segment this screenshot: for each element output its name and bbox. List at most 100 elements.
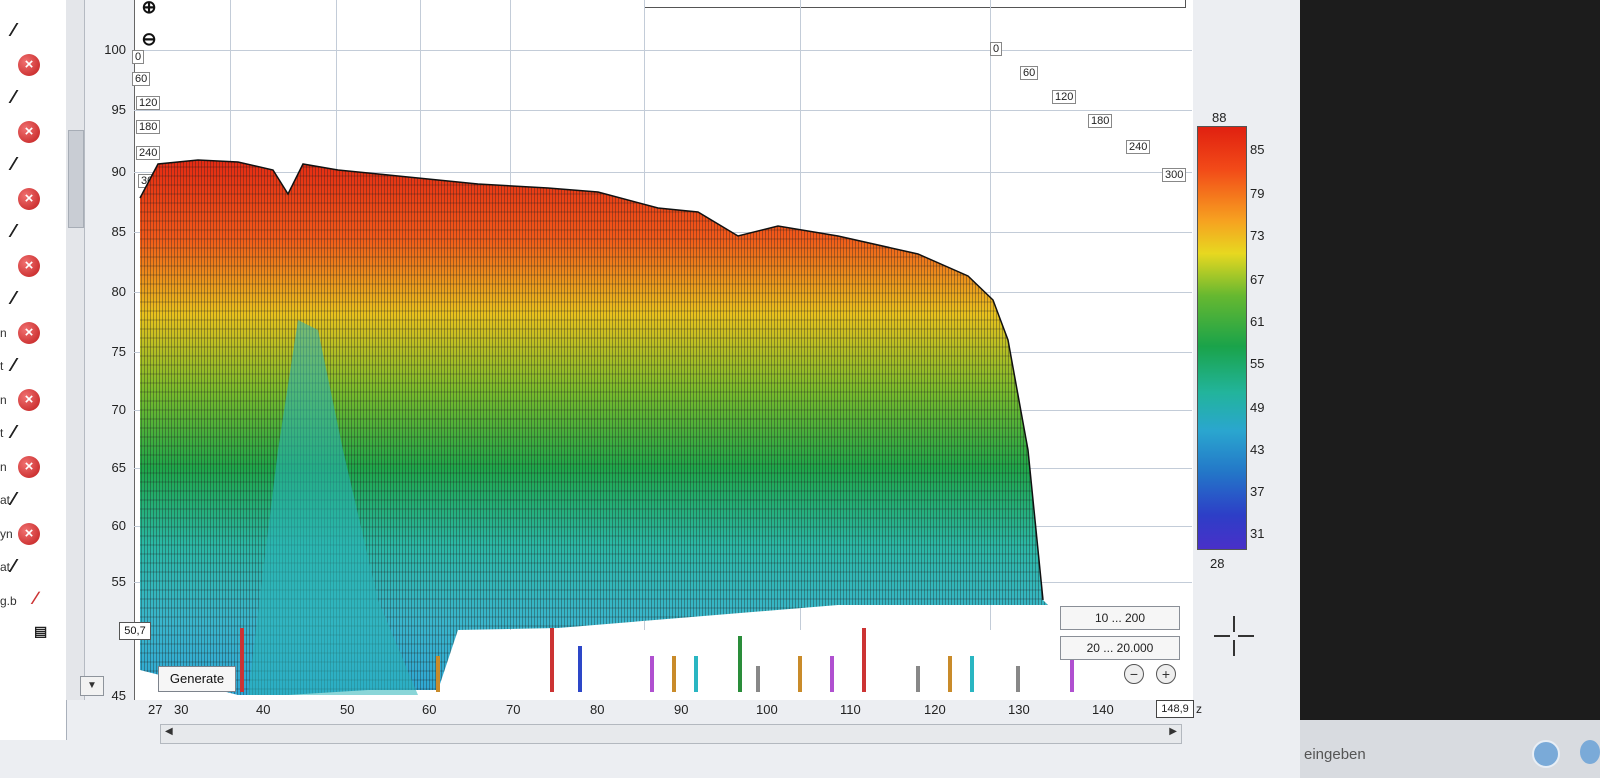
color-scale-bar	[1197, 126, 1247, 550]
color-scale-label: 37	[1250, 484, 1265, 499]
time-tick-label: 0	[990, 42, 1003, 56]
peak-marker	[756, 666, 760, 692]
x-axis-tick-label: 120	[924, 702, 946, 717]
color-scale-max: 88	[1212, 110, 1227, 125]
y-axis-tick-label: 75	[111, 344, 126, 359]
peak-marker	[970, 656, 974, 692]
row-name-stub: at	[0, 493, 11, 507]
peak-marker	[240, 628, 244, 692]
color-scale-min: 28	[1210, 556, 1225, 571]
peak-marker	[550, 628, 554, 692]
y-axis-tick-label: 85	[111, 224, 126, 239]
color-scale-label: 43	[1250, 442, 1265, 457]
scroll-left-icon[interactable]: ◀	[165, 726, 173, 737]
measurement-row[interactable]: yn ×	[0, 519, 66, 549]
peak-marker	[798, 656, 802, 692]
zoom-out-icon[interactable]: ⊖	[138, 28, 160, 50]
remove-icon[interactable]: ×	[18, 254, 40, 277]
freq-range-field[interactable]: 20 ... 20.000	[1060, 636, 1180, 660]
remove-icon[interactable]: ×	[18, 187, 40, 210]
y-axis-tick-label: 45	[111, 688, 126, 703]
h-zoom-in-icon[interactable]: +	[1156, 664, 1176, 684]
remove-icon[interactable]: ×	[18, 455, 40, 478]
color-scale-label: 49	[1250, 400, 1265, 415]
measurement-row[interactable]: ×	[0, 251, 66, 281]
time-range-field[interactable]: 10 ... 200	[1060, 606, 1180, 630]
vertical-scrollbar[interactable]	[66, 0, 85, 700]
y-axis-tick-label: 55	[111, 574, 126, 589]
x-axis-tick-label: 70	[506, 702, 521, 717]
time-tick-label: 180	[136, 120, 161, 134]
x-axis-tick-label: 40	[256, 702, 271, 717]
h-zoom-out-icon[interactable]: −	[1124, 664, 1144, 684]
grid-line	[134, 50, 1192, 51]
time-tick-label: 60	[1020, 66, 1039, 80]
y-axis-tick-label: 60	[111, 518, 126, 533]
measurement-list: ⁄⁄⁄ × ⁄⁄⁄ × ⁄⁄⁄ × ⁄⁄⁄ × ⁄⁄⁄ n × t ⁄⁄⁄ n × t ⁄⁄⁄ n × at ⁄⁄⁄ yn…	[0, 0, 67, 740]
peak-marker	[672, 656, 676, 692]
color-scale-label: 85	[1250, 142, 1265, 157]
crosshair-icon[interactable]	[1212, 614, 1256, 658]
measurement-row[interactable]: ▤	[0, 619, 66, 649]
measurement-row[interactable]: at ⁄⁄⁄	[0, 552, 66, 582]
taskbar-app-icon[interactable]	[1532, 740, 1560, 768]
doc-icon[interactable]: ▤	[34, 623, 47, 640]
remove-icon[interactable]: ×	[18, 53, 40, 76]
x-axis-tick-label: 50	[340, 702, 355, 717]
remove-icon[interactable]: ×	[18, 321, 40, 344]
peak-marker	[1016, 666, 1020, 692]
y-axis-tick-label: 80	[111, 284, 126, 299]
measurement-row[interactable]: t ⁄⁄⁄	[0, 351, 66, 381]
time-tick-label: 120	[136, 96, 161, 110]
x-axis-tick-label: 100	[756, 702, 778, 717]
taskbar-app-icon-2[interactable]	[1580, 740, 1600, 764]
cursor-level-readout: 50,7	[119, 622, 151, 640]
measurement-row[interactable]: n ×	[0, 452, 66, 482]
measurement-row[interactable]: ⁄⁄⁄	[0, 150, 66, 180]
measurement-row[interactable]: ×	[0, 50, 66, 80]
measurement-row[interactable]: n ×	[0, 385, 66, 415]
x-axis-tick-label: 27	[148, 702, 163, 717]
measurement-row[interactable]: ×	[0, 117, 66, 147]
color-scale-label: 55	[1250, 356, 1265, 371]
remove-icon[interactable]: ×	[18, 522, 40, 545]
y-axis-tick-label: 100	[104, 42, 126, 57]
x-end-field[interactable]: 148,9	[1156, 700, 1194, 718]
x-axis-tick-label: 90	[674, 702, 689, 717]
time-tick-label: 300	[1162, 168, 1187, 182]
measurement-row[interactable]: t ⁄⁄⁄	[0, 418, 66, 448]
row-name-stub: n	[0, 459, 7, 474]
peak-marker	[948, 656, 952, 692]
scroll-right-icon[interactable]: ▶	[1169, 726, 1177, 737]
peak-marker	[916, 666, 920, 692]
measurement-row[interactable]: ×	[0, 184, 66, 214]
row-name-stub: t	[0, 359, 4, 373]
info-tooltip	[644, 0, 1186, 8]
remove-icon[interactable]: ×	[18, 120, 40, 143]
x-axis-tick-label: 130	[1008, 702, 1030, 717]
measurement-row[interactable]: n ×	[0, 318, 66, 348]
row-name-stub: n	[0, 325, 7, 340]
x-axis-tick-label: 110	[840, 702, 861, 717]
time-tick-label: 0	[132, 50, 145, 64]
remove-icon[interactable]: ×	[18, 388, 40, 411]
y-axis-tick-label: 90	[111, 164, 126, 179]
color-scale-label: 67	[1250, 272, 1265, 287]
row-name-stub: n	[0, 392, 7, 407]
measurement-row[interactable]: ⁄⁄⁄	[0, 16, 66, 46]
vertical-scroll-thumb[interactable]	[68, 130, 84, 228]
time-tick-label: 180	[1088, 114, 1113, 128]
measurement-row[interactable]: g.b ∕	[0, 586, 66, 616]
generate-button[interactable]: Generate	[158, 666, 236, 692]
x-axis-tick-label: 80	[590, 702, 605, 717]
measurement-row[interactable]: ⁄⁄⁄	[0, 83, 66, 113]
row-name-stub: t	[0, 426, 4, 440]
measurement-row[interactable]: ⁄⁄⁄	[0, 284, 66, 314]
color-scale-label: 61	[1250, 314, 1265, 329]
taskbar-search-text[interactable]: eingeben	[1304, 746, 1366, 763]
horizontal-scrollbar[interactable]: ◀ ▶	[160, 724, 1182, 744]
x-unit-label: z	[1196, 702, 1202, 716]
peak-marker	[738, 636, 742, 692]
measurement-row[interactable]: at ⁄⁄⁄	[0, 485, 66, 515]
measurement-row[interactable]: ⁄⁄⁄	[0, 217, 66, 247]
